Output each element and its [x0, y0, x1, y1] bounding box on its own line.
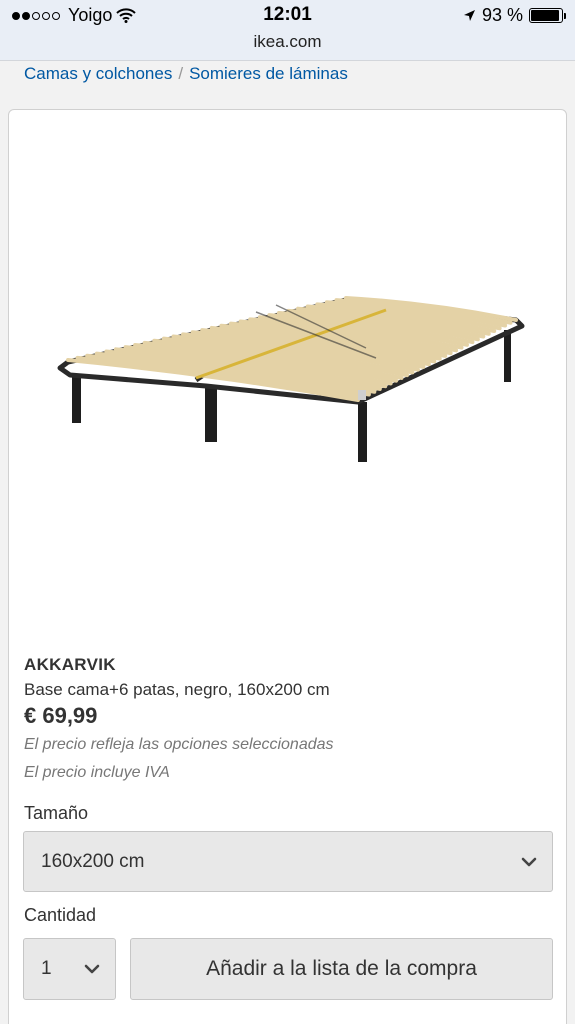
price-vat-note: El precio incluye IVA	[24, 764, 170, 781]
size-select-value: 160x200 cm	[41, 850, 145, 872]
product-price: € 69,99	[24, 703, 98, 728]
chevron-down-icon	[84, 964, 100, 974]
quantity-label: Cantidad	[24, 905, 97, 925]
size-label: Tamaño	[24, 803, 89, 823]
status-right: 93 %	[463, 5, 566, 26]
battery-percentage: 93 %	[481, 5, 523, 25]
quantity-select-value: 1	[41, 958, 52, 979]
product-description: Base cama+6 patas, negro, 160x200 cm	[24, 680, 330, 699]
product-name: AKKARVIK	[24, 655, 116, 674]
size-select[interactable]: 160x200 cm	[23, 831, 553, 892]
chevron-down-icon	[521, 857, 537, 866]
breadcrumb-separator: /	[178, 64, 184, 83]
add-to-shopping-list-label: Añadir a la lista de la compra	[206, 957, 477, 980]
status-bar: Yoigo 12:01 93 %	[0, 0, 575, 31]
breadcrumb-link-beds[interactable]: Camas y colchones	[24, 64, 172, 84]
add-to-shopping-list-button[interactable]: Añadir a la lista de la compra	[130, 938, 553, 1000]
product-image[interactable]	[46, 180, 526, 470]
quantity-select[interactable]: 1	[23, 938, 116, 1000]
price-options-note: El precio refleja las opciones seleccion…	[24, 736, 334, 753]
battery-fill	[531, 10, 559, 21]
url-text: ikea.com	[253, 32, 322, 51]
breadcrumb-link-slatted-bases[interactable]: Somieres de láminas	[189, 64, 348, 84]
address-bar[interactable]: ikea.com	[0, 31, 575, 61]
breadcrumb: Camas y colchones / Somieres de láminas	[24, 64, 348, 84]
location-arrow-icon	[463, 10, 475, 21]
battery-icon	[529, 8, 566, 23]
